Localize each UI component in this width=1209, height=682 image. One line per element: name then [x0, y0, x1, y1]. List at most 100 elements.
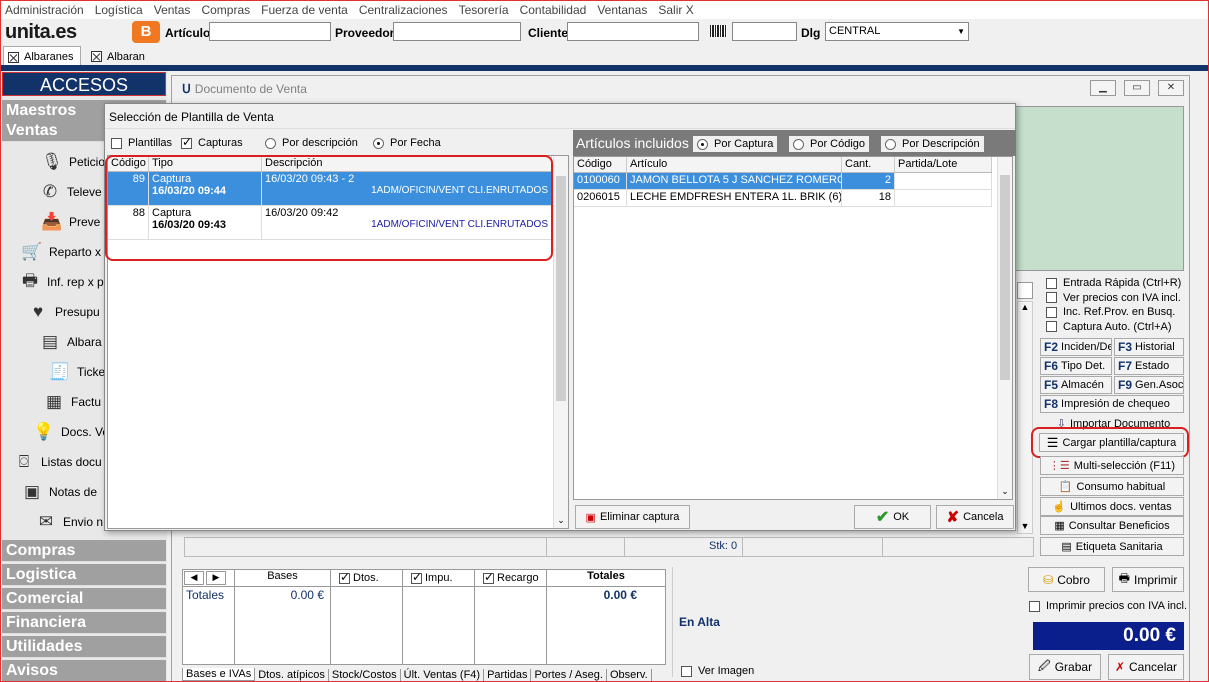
dlg-select[interactable]: CENTRAL ▼	[825, 22, 969, 41]
ultimos-docs-button[interactable]: ☝ Ultimos docs. ventas	[1040, 497, 1184, 516]
fkey-button[interactable]: F7 Estado	[1114, 357, 1184, 375]
option-row[interactable]: Ver precios con IVA incl.	[1046, 291, 1181, 305]
header-divider	[1, 65, 1208, 71]
ver-imagen-checkbox[interactable]	[681, 665, 692, 677]
acceso-label: Notas de	[49, 485, 98, 499]
menu-item[interactable]: Logística	[91, 1, 150, 19]
proveedor-input[interactable]	[393, 22, 521, 41]
bottom-tab[interactable]: Dtos. atípicos	[255, 669, 329, 681]
consumo-habitual-button[interactable]: 📋 Consumo habitual	[1040, 477, 1184, 496]
grid-scrollbar[interactable]: ▲ ▼	[1017, 301, 1033, 534]
barcode-input[interactable]	[732, 22, 797, 41]
bottom-tab[interactable]: Bases e IVAs	[182, 668, 256, 681]
plantillas-scrollbar[interactable]: ⌄	[553, 156, 568, 528]
totals-nav: ◀ ▶	[183, 570, 235, 586]
option-label: Captura Auto. (Ctrl+A)	[1063, 320, 1172, 333]
bottom-tab[interactable]: Portes / Aseg.	[531, 669, 607, 681]
option-checkbox[interactable]	[1046, 277, 1057, 289]
articulo-row[interactable]: 0206015 LECHE EMDFRESH ENTERA 1L. BRIK (6…	[574, 190, 992, 207]
cliente-input[interactable]	[567, 22, 699, 41]
menu-item[interactable]: Salir X	[654, 1, 700, 19]
menu-item[interactable]: Fuerza de venta	[257, 1, 355, 19]
multi-seleccion-button[interactable]: ⋮☰ Multi-selección (F11)	[1040, 456, 1184, 475]
articulos-header: Artículos incluidos Por Captura Por Códi…	[573, 130, 1016, 156]
cancela-button[interactable]: ✘ Cancela	[936, 505, 1014, 529]
option-checkbox[interactable]	[1046, 321, 1057, 332]
menu-item[interactable]: Centralizaciones	[355, 1, 455, 19]
eliminar-captura-button[interactable]: ▣ Eliminar captura	[575, 505, 690, 529]
articulo-row[interactable]: 0100060 JAMON BELLOTA 5 J SANCHEZ ROMERO(…	[574, 173, 992, 190]
grabar-button[interactable]: 🖉 Grabar	[1029, 654, 1101, 680]
barcode-icon[interactable]	[710, 25, 727, 37]
cancelar-button[interactable]: ✗ Cancelar	[1108, 654, 1184, 680]
close-window-button[interactable]: ✕	[1158, 80, 1184, 96]
multi-select-icon: ⋮☰	[1048, 460, 1070, 472]
bottom-tab[interactable]: Stock/Costos	[329, 669, 401, 681]
bottom-tab[interactable]: Partidas	[484, 669, 532, 681]
filter-plantillas[interactable]: Plantillas	[111, 136, 172, 150]
close-icon[interactable]	[8, 51, 19, 63]
order-por-codigo[interactable]: Por Código	[789, 136, 870, 152]
option-checkbox[interactable]	[1046, 292, 1057, 303]
ok-button[interactable]: ✔ OK	[854, 505, 931, 529]
impu-checkbox[interactable]	[411, 570, 422, 584]
recargo-checkbox[interactable]	[483, 570, 494, 584]
imprimir-iva-option[interactable]: Imprimir precios con IVA incl.	[1029, 599, 1187, 613]
close-icon[interactable]	[91, 51, 102, 62]
fkey-button[interactable]: F5 Almacén	[1040, 376, 1112, 394]
bottom-tab[interactable]: Últ. Ventas (F4)	[401, 669, 485, 681]
filter-capturas[interactable]: Capturas	[181, 135, 243, 150]
option-checkbox[interactable]	[1046, 306, 1057, 318]
por-descripcion-radio[interactable]	[265, 137, 276, 149]
consultar-beneficios-button[interactable]: ▦ Consultar Beneficios	[1040, 516, 1184, 535]
order-por-descripcion[interactable]: Por Descripción	[881, 136, 984, 152]
scroll-up-icon: ▲	[1020, 302, 1030, 312]
ver-imagen-option[interactable]: Ver Imagen	[681, 664, 754, 678]
por-fecha-radio[interactable]	[373, 137, 384, 149]
fkey-button[interactable]: F8 Impresión de chequeo	[1040, 395, 1184, 413]
dtos-checkbox[interactable]	[339, 570, 350, 584]
articulo-label: Artículo	[165, 26, 211, 40]
field-stub	[1017, 282, 1033, 299]
category-item[interactable]: Financiera	[2, 612, 166, 634]
category-item[interactable]: Avisos	[2, 660, 166, 682]
imprimir-button[interactable]: 🖶 Imprimir	[1112, 567, 1184, 592]
cobro-button[interactable]: ⛁ Cobro	[1028, 567, 1105, 592]
menu-item[interactable]: Ventanas	[593, 1, 654, 19]
menu-item[interactable]: Administración	[1, 1, 91, 19]
fkey-button[interactable]: F2Inciden/Dev	[1040, 338, 1112, 356]
articulo-input[interactable]	[209, 22, 331, 41]
option-row[interactable]: Inc. Ref.Prov. en Busq.	[1046, 305, 1175, 319]
menu-item[interactable]: Contabilidad	[516, 1, 594, 19]
cargar-plantilla-button[interactable]: ☰ Cargar plantilla/captura	[1039, 433, 1184, 452]
option-row[interactable]: Entrada Rápida (Ctrl+R)	[1046, 276, 1181, 290]
maximize-button[interactable]: ▭	[1124, 80, 1150, 96]
fkey-button[interactable]: F3 Historial	[1114, 338, 1184, 356]
prev-icon[interactable]: ◀	[184, 571, 204, 585]
tab-albaranes[interactable]: Albaranes	[3, 46, 81, 65]
next-icon[interactable]: ▶	[206, 571, 226, 585]
category-item[interactable]: Utilidades	[2, 636, 166, 658]
imprimir-iva-checkbox[interactable]	[1029, 600, 1040, 612]
etiqueta-sanitaria-button[interactable]: ▤ Etiqueta Sanitaria	[1040, 537, 1184, 556]
tab-albaran[interactable]: Albaran	[87, 46, 151, 65]
filter-por-descripcion[interactable]: Por descripción	[265, 136, 358, 150]
fkey-button[interactable]: F6 Tipo Det.	[1040, 357, 1112, 375]
capturas-checkbox[interactable]	[181, 135, 192, 149]
articulos-scrollbar[interactable]: ⌄	[997, 157, 1012, 499]
plantillas-checkbox[interactable]	[111, 137, 122, 149]
option-row[interactable]: Captura Auto. (Ctrl+A)	[1046, 320, 1172, 334]
minimize-button[interactable]: ▁	[1090, 80, 1116, 96]
fkey-button[interactable]: F9 Gen.Asoc.	[1114, 376, 1184, 394]
order-por-captura[interactable]: Por Captura	[693, 136, 778, 152]
filter-por-fecha[interactable]: Por Fecha	[373, 136, 441, 150]
menu-item[interactable]: Ventas	[150, 1, 198, 19]
blogger-icon[interactable]: B	[132, 21, 160, 43]
phone-icon: ✆	[42, 182, 58, 201]
category-item[interactable]: Comercial	[2, 588, 166, 610]
bottom-tab[interactable]: Observ.	[607, 669, 652, 681]
category-item[interactable]: Compras	[2, 540, 166, 562]
category-item[interactable]: Logistica	[2, 564, 166, 586]
menu-item[interactable]: Compras	[197, 1, 257, 19]
menu-item[interactable]: Tesorería	[455, 1, 516, 19]
